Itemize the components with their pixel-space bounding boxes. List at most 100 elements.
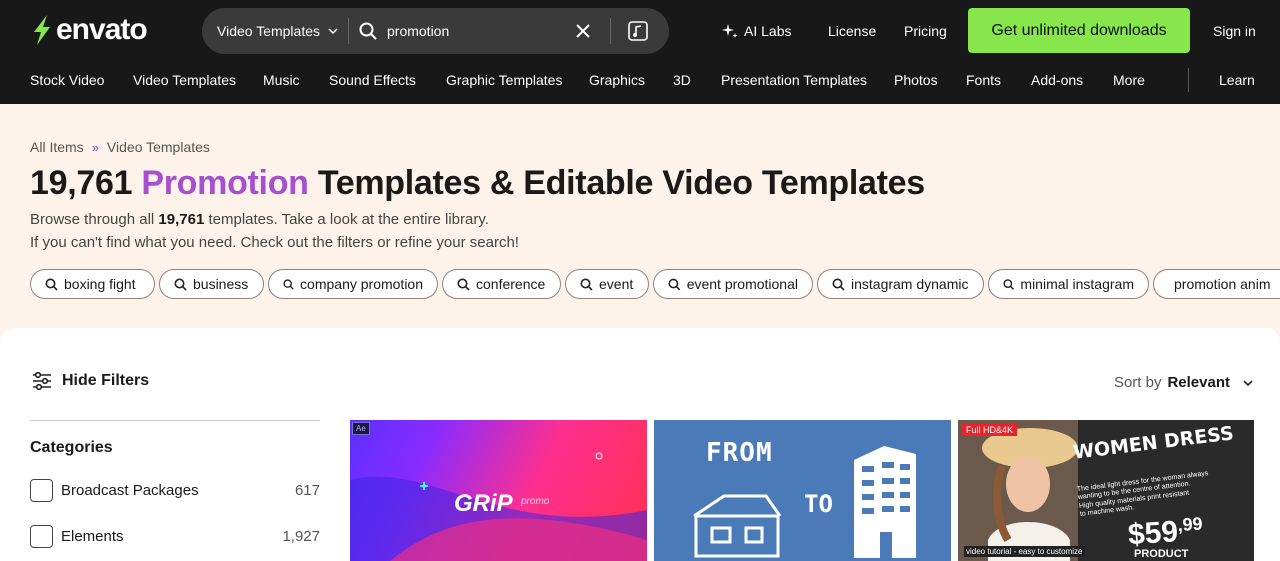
tag-chip[interactable]: event promotional xyxy=(653,269,813,299)
title-rest: Templates & Editable Video Templates xyxy=(317,164,925,202)
search-icon xyxy=(457,278,470,291)
search-icon xyxy=(580,278,593,291)
nav-graphic-templates[interactable]: Graphic Templates xyxy=(446,72,562,88)
price-main: $59 xyxy=(1126,515,1180,552)
sort-prefix: Sort by xyxy=(1113,374,1162,391)
search-category-select[interactable]: Video Templates xyxy=(202,8,348,54)
nav-stock-video[interactable]: Stock Video xyxy=(30,72,104,88)
tag-chip[interactable]: conference xyxy=(442,269,561,299)
search-icon xyxy=(1003,278,1015,290)
nav-photos[interactable]: Photos xyxy=(894,72,938,88)
sort-value: Relevant xyxy=(1167,374,1230,391)
search-icon xyxy=(174,278,187,291)
full-hd-badge: Full HD&4K xyxy=(962,424,1018,436)
clear-search-button[interactable] xyxy=(568,16,598,46)
item-thumbnail[interactable]: Ae GRiP promo xyxy=(350,420,647,561)
sign-in-link[interactable]: Sign in xyxy=(1213,8,1256,54)
ai-labs-link[interactable]: AI Labs xyxy=(722,8,791,54)
thumbnail-note: video tutorial - easy to customize xyxy=(964,546,1085,557)
top-header: envato Video Templates AI Labs License P… xyxy=(0,0,1280,104)
description-count: 19,761 xyxy=(158,211,205,228)
nav-learn[interactable]: Learn xyxy=(1219,72,1255,88)
category-filter-row[interactable]: Elements 1,927 xyxy=(30,524,320,548)
nav-video-templates[interactable]: Video Templates xyxy=(133,72,236,88)
tag-chip[interactable]: minimal instagram xyxy=(988,269,1149,299)
description-suffix: templates. Take a look at the entire lib… xyxy=(208,211,489,228)
breadcrumb-current[interactable]: Video Templates xyxy=(107,139,210,155)
search-icon xyxy=(832,278,845,291)
description-line-2: If you can't find what you need. Check o… xyxy=(30,234,519,251)
nav-music[interactable]: Music xyxy=(263,72,300,88)
tag-label: promotion anim xyxy=(1174,276,1271,292)
nav-fonts[interactable]: Fonts xyxy=(966,72,1001,88)
breadcrumb: All Items » Video Templates xyxy=(30,139,210,155)
tag-label: conference xyxy=(476,276,546,292)
breadcrumb-separator: » xyxy=(91,139,99,155)
category-filter-row[interactable]: Broadcast Packages 617 xyxy=(30,478,320,502)
nav-add-ons[interactable]: Add-ons xyxy=(1031,72,1083,88)
tag-chip[interactable]: business xyxy=(159,269,264,299)
sort-dropdown[interactable]: Sort by Relevant xyxy=(1114,374,1254,391)
item-thumbnail[interactable]: Full HD&4K WOMEN DRESS The ideal light d… xyxy=(958,420,1254,561)
sparkle-icon xyxy=(722,24,738,38)
category-checkbox[interactable] xyxy=(30,524,53,548)
categories-heading: Categories xyxy=(30,439,113,456)
get-unlimited-downloads-button[interactable]: Get unlimited downloads xyxy=(968,8,1190,53)
tag-chip[interactable]: company promotion xyxy=(268,269,438,299)
description-line-1: Browse through all 19,761 templates. Tak… xyxy=(30,211,489,228)
audio-search-button[interactable] xyxy=(623,16,653,46)
category-count: 617 xyxy=(294,481,320,499)
thumbnail-subtitle: promo xyxy=(521,496,550,507)
search-input[interactable] xyxy=(387,23,567,39)
tag-label: instagram dynamic xyxy=(851,276,969,292)
nav-sound-effects[interactable]: Sound Effects xyxy=(329,72,416,88)
page-title: 19,761 Promotion Templates & Editable Vi… xyxy=(30,164,925,203)
filter-divider xyxy=(30,420,320,421)
nav-presentation-templates[interactable]: Presentation Templates xyxy=(721,72,867,88)
nav-3d[interactable]: 3D xyxy=(673,72,691,88)
category-label: Broadcast Packages xyxy=(61,481,199,499)
search-divider-2 xyxy=(610,18,611,44)
music-file-icon xyxy=(628,21,648,41)
thumbnail-price: $59,99 xyxy=(1127,513,1204,552)
search-bar: Video Templates xyxy=(202,8,669,54)
envato-logo[interactable]: envato xyxy=(30,13,148,47)
pricing-link[interactable]: Pricing xyxy=(904,8,947,54)
item-thumbnail[interactable]: FROM TO xyxy=(654,420,951,561)
thumbnail-to-text: TO xyxy=(804,490,833,518)
chevron-down-icon xyxy=(1243,379,1253,386)
tag-chip[interactable]: instagram dynamic xyxy=(817,269,984,299)
breadcrumb-all-items[interactable]: All Items xyxy=(30,139,84,155)
category-nav: Stock Video Video Templates Music Sound … xyxy=(0,62,1280,102)
sliders-icon xyxy=(33,372,51,390)
tag-chip[interactable]: event xyxy=(565,269,649,299)
thumbnail-from-text: FROM xyxy=(706,438,773,468)
title-keyword: Promotion xyxy=(141,164,309,202)
tag-chip[interactable]: boxing fight xyxy=(30,269,155,299)
after-effects-badge: Ae xyxy=(352,422,370,435)
hide-filters-button[interactable]: Hide Filters xyxy=(32,372,149,390)
nav-graphics[interactable]: Graphics xyxy=(589,72,645,88)
search-icon xyxy=(45,278,58,291)
search-category-label: Video Templates xyxy=(217,23,320,39)
tag-chip[interactable]: promotion anim xyxy=(1153,269,1280,299)
price-cents: ,99 xyxy=(1176,513,1204,536)
tag-label: company promotion xyxy=(300,276,423,292)
license-link[interactable]: License xyxy=(828,8,876,54)
nav-more[interactable]: More xyxy=(1113,72,1145,88)
description-prefix: Browse through all xyxy=(30,211,155,228)
search-icon xyxy=(283,278,294,290)
category-count: 1,927 xyxy=(282,527,320,545)
envato-leaf-icon xyxy=(34,15,50,45)
title-count: 19,761 xyxy=(30,164,133,202)
house-to-building-art xyxy=(693,446,916,558)
nav-divider xyxy=(1188,68,1189,92)
category-label: Elements xyxy=(61,527,124,545)
category-checkbox[interactable] xyxy=(30,478,53,502)
thumbnail-footer: PRODUCT PROMOTION xyxy=(1134,548,1202,561)
tag-label: event promotional xyxy=(686,276,798,292)
search-icon xyxy=(668,278,681,290)
tag-label: minimal instagram xyxy=(1020,276,1134,292)
chevron-down-icon xyxy=(328,28,338,35)
ai-labs-label: AI Labs xyxy=(744,23,792,39)
